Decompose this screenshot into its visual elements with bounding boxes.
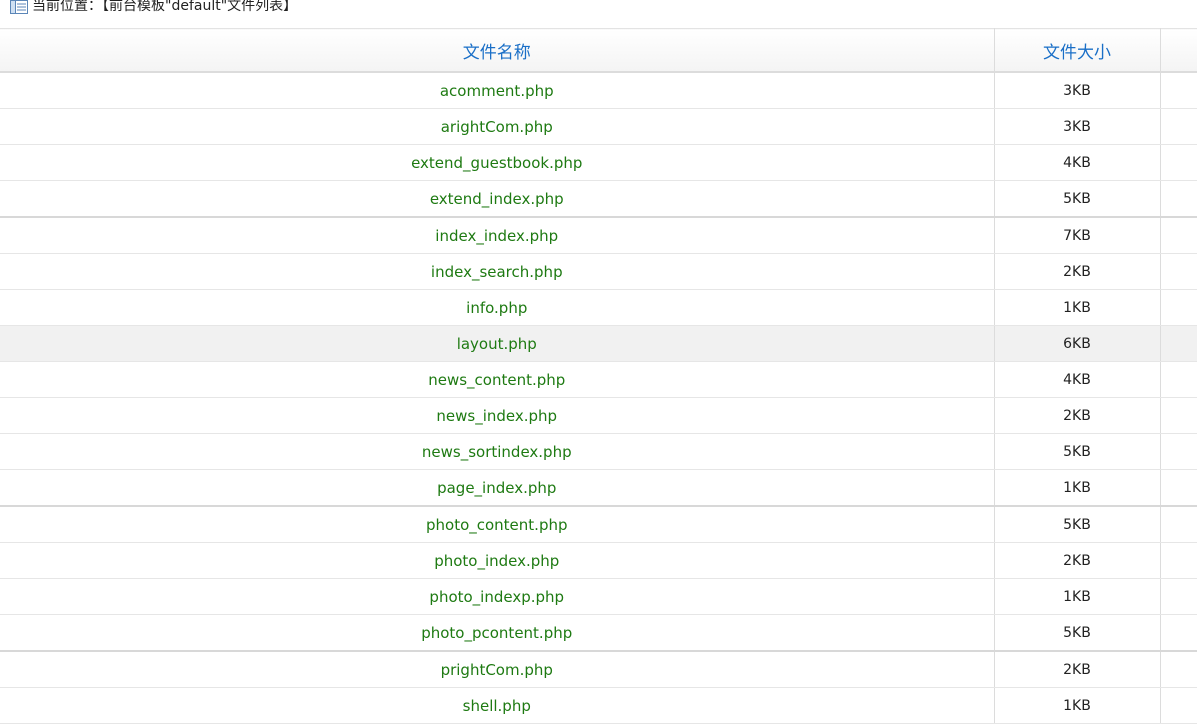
column-header-filename: 文件名称 bbox=[0, 28, 995, 73]
file-link[interactable]: news_sortindex.php bbox=[422, 443, 572, 461]
file-link[interactable]: photo_indexp.php bbox=[429, 588, 564, 606]
filename-cell: prightCom.php bbox=[0, 651, 995, 688]
filesize-cell: 5KB bbox=[994, 506, 1161, 543]
file-link[interactable]: photo_index.php bbox=[434, 552, 559, 570]
filesize-cell: 7KB bbox=[994, 217, 1161, 254]
filesize-cell: 2KB bbox=[994, 542, 1161, 579]
table-row: shell.php 1KB bbox=[0, 687, 1197, 724]
filesize-cell: 1KB bbox=[994, 687, 1161, 724]
table-row: layout.php 6KB bbox=[0, 325, 1197, 362]
table-row: photo_pcontent.php 5KB bbox=[0, 614, 1197, 652]
filesize-cell: 2KB bbox=[994, 651, 1161, 688]
extra-cell bbox=[1160, 361, 1197, 398]
extra-cell bbox=[1160, 108, 1197, 145]
extra-cell bbox=[1160, 506, 1197, 543]
table-row: acomment.php 3KB bbox=[0, 72, 1197, 109]
table-row: extend_index.php 5KB bbox=[0, 180, 1197, 218]
breadcrumb: 当前位置：【前台模板"default"文件列表】 bbox=[0, 0, 1197, 28]
table-row: arightCom.php 3KB bbox=[0, 108, 1197, 145]
file-link[interactable]: layout.php bbox=[457, 335, 537, 353]
filename-cell: index_search.php bbox=[0, 253, 995, 290]
extra-cell bbox=[1160, 578, 1197, 615]
table-row: extend_guestbook.php 4KB bbox=[0, 144, 1197, 181]
filename-cell: photo_indexp.php bbox=[0, 578, 995, 615]
extra-cell bbox=[1160, 180, 1197, 218]
table-row: photo_indexp.php 1KB bbox=[0, 578, 1197, 615]
table-row: news_sortindex.php 5KB bbox=[0, 433, 1197, 470]
table-row: info.php 1KB bbox=[0, 289, 1197, 326]
file-link[interactable]: shell.php bbox=[463, 697, 531, 715]
extra-cell bbox=[1160, 289, 1197, 326]
extra-cell bbox=[1160, 542, 1197, 579]
breadcrumb-text: 当前位置：【前台模板"default"文件列表】 bbox=[32, 0, 298, 14]
filename-cell: news_index.php bbox=[0, 397, 995, 434]
extra-cell bbox=[1160, 614, 1197, 652]
extra-cell bbox=[1160, 397, 1197, 434]
extra-cell bbox=[1160, 651, 1197, 688]
filename-cell: arightCom.php bbox=[0, 108, 995, 145]
extra-cell bbox=[1160, 217, 1197, 254]
filename-cell: acomment.php bbox=[0, 72, 995, 109]
filename-cell: news_content.php bbox=[0, 361, 995, 398]
file-link[interactable]: acomment.php bbox=[440, 82, 554, 100]
filesize-cell: 1KB bbox=[994, 289, 1161, 326]
filename-cell: info.php bbox=[0, 289, 995, 326]
filesize-cell: 5KB bbox=[994, 180, 1161, 218]
filesize-cell: 5KB bbox=[994, 614, 1161, 652]
file-link[interactable]: page_index.php bbox=[437, 479, 556, 497]
table-row: index_index.php 7KB bbox=[0, 217, 1197, 254]
table-row: photo_index.php 2KB bbox=[0, 542, 1197, 579]
extra-cell bbox=[1160, 72, 1197, 109]
table-row: news_index.php 2KB bbox=[0, 397, 1197, 434]
file-list-table: 文件名称 文件大小 acomment.php 3KB arightCom.php 3K… bbox=[0, 28, 1197, 724]
filename-cell: page_index.php bbox=[0, 469, 995, 507]
filename-cell: extend_guestbook.php bbox=[0, 144, 995, 181]
extra-cell bbox=[1160, 469, 1197, 507]
filesize-cell: 1KB bbox=[994, 578, 1161, 615]
filename-cell: photo_index.php bbox=[0, 542, 995, 579]
filename-cell: news_sortindex.php bbox=[0, 433, 995, 470]
filesize-cell: 2KB bbox=[994, 397, 1161, 434]
filesize-cell: 6KB bbox=[994, 325, 1161, 362]
file-link[interactable]: photo_content.php bbox=[426, 516, 568, 534]
table-row: photo_content.php 5KB bbox=[0, 506, 1197, 543]
file-link[interactable]: photo_pcontent.php bbox=[421, 624, 572, 642]
extra-cell bbox=[1160, 433, 1197, 470]
table-row: news_content.php 4KB bbox=[0, 361, 1197, 398]
column-header-filesize: 文件大小 bbox=[994, 28, 1161, 73]
filename-cell: photo_content.php bbox=[0, 506, 995, 543]
filename-cell: extend_index.php bbox=[0, 180, 995, 218]
filesize-cell: 3KB bbox=[994, 72, 1161, 109]
filesize-cell: 3KB bbox=[994, 108, 1161, 145]
file-link[interactable]: extend_guestbook.php bbox=[411, 154, 582, 172]
table-header-row: 文件名称 文件大小 bbox=[0, 28, 1197, 73]
file-link[interactable]: arightCom.php bbox=[441, 118, 553, 136]
extra-cell bbox=[1160, 325, 1197, 362]
extra-cell bbox=[1160, 687, 1197, 724]
extra-cell bbox=[1160, 144, 1197, 181]
filesize-cell: 2KB bbox=[994, 253, 1161, 290]
list-icon bbox=[10, 0, 28, 14]
filename-cell: index_index.php bbox=[0, 217, 995, 254]
table-row: page_index.php 1KB bbox=[0, 469, 1197, 507]
file-link[interactable]: info.php bbox=[466, 299, 527, 317]
filesize-cell: 4KB bbox=[994, 361, 1161, 398]
file-link[interactable]: news_index.php bbox=[436, 407, 557, 425]
table-row: prightCom.php 2KB bbox=[0, 651, 1197, 688]
extra-cell bbox=[1160, 253, 1197, 290]
filename-cell: shell.php bbox=[0, 687, 995, 724]
filesize-cell: 5KB bbox=[994, 433, 1161, 470]
file-link[interactable]: news_content.php bbox=[428, 371, 565, 389]
filename-cell: photo_pcontent.php bbox=[0, 614, 995, 652]
filesize-cell: 4KB bbox=[994, 144, 1161, 181]
table-row: index_search.php 2KB bbox=[0, 253, 1197, 290]
filename-cell: layout.php bbox=[0, 325, 995, 362]
file-link[interactable]: prightCom.php bbox=[441, 661, 553, 679]
file-link[interactable]: index_search.php bbox=[431, 263, 563, 281]
file-link[interactable]: extend_index.php bbox=[430, 190, 564, 208]
file-link[interactable]: index_index.php bbox=[435, 227, 558, 245]
filesize-cell: 1KB bbox=[994, 469, 1161, 507]
column-header-extra bbox=[1160, 28, 1197, 73]
